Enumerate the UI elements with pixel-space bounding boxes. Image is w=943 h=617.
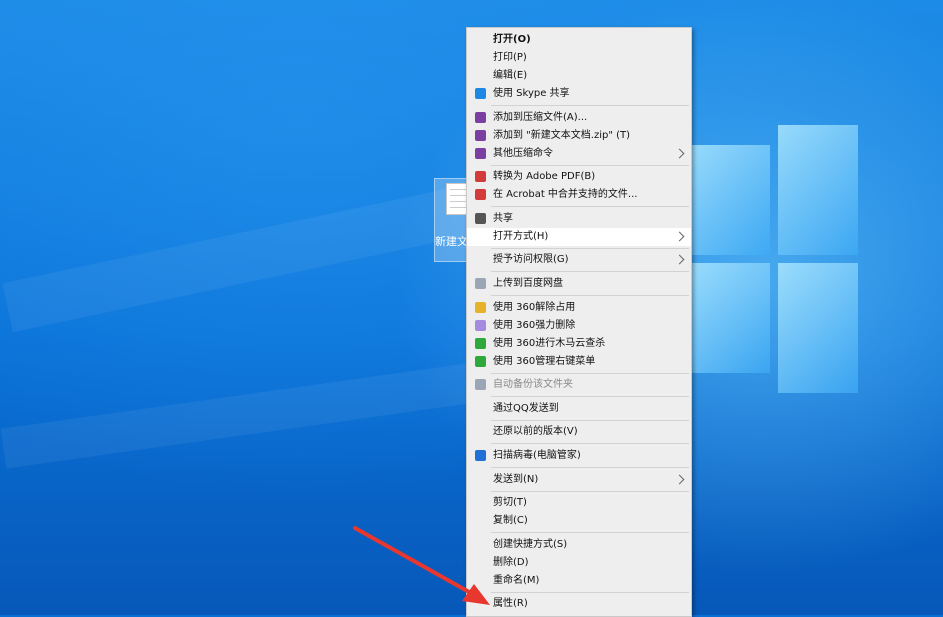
menu-separator xyxy=(491,396,689,398)
menu-item-label: 使用 360进行木马云查杀 xyxy=(493,337,606,349)
menu-item-label: 重命名(M) xyxy=(493,574,540,586)
menu-item-label: 通过QQ发送到 xyxy=(493,402,559,414)
menu-item[interactable]: 在 Acrobat 中合并支持的文件... xyxy=(467,186,691,204)
menu-item[interactable]: 使用 360强力删除 xyxy=(467,317,691,335)
menu-separator xyxy=(491,591,689,593)
menu-item-label: 在 Acrobat 中合并支持的文件... xyxy=(493,189,638,201)
menu-item[interactable]: 授予访问权限(G) xyxy=(467,251,691,269)
menu-separator xyxy=(491,295,689,296)
menu-item-label: 还原以前的版本(V) xyxy=(493,426,578,438)
360-delete-icon xyxy=(475,319,486,331)
menu-item[interactable]: 还原以前的版本(V) xyxy=(467,423,691,441)
menu-item-label: 发送到(N) xyxy=(493,473,539,485)
menu-item-label: 使用 360强力删除 xyxy=(493,319,576,331)
context-menu: 打开(O) 打印(P) 编辑(E) 使用 Skype 共享添加到压缩文件(A)... 添… xyxy=(466,27,692,617)
menu-item-label: 删除(D) xyxy=(493,556,529,568)
menu-item-label: 扫描病毒(电脑管家) xyxy=(493,450,581,461)
chevron-right-icon xyxy=(674,474,685,485)
360-unlock-icon xyxy=(475,301,486,313)
chevron-right-icon xyxy=(674,231,685,242)
menu-item[interactable]: 添加到压缩文件(A)... xyxy=(467,109,691,127)
menu-separator xyxy=(491,372,689,374)
menu-item[interactable]: 使用 360进行木马云查杀 xyxy=(467,335,691,353)
menu-item[interactable]: 扫描病毒(电脑管家) xyxy=(467,447,691,465)
baidu-cloud-icon xyxy=(475,278,486,289)
menu-item[interactable]: 发送到(N) xyxy=(467,471,691,489)
menu-separator xyxy=(491,164,689,166)
menu-separator xyxy=(491,206,689,208)
menu-item[interactable]: 使用 Skype 共享 xyxy=(467,85,691,103)
menu-item[interactable]: 打开(O) xyxy=(467,31,691,49)
menu-item[interactable]: 使用 360管理右键菜单 xyxy=(467,353,691,371)
menu-item-label: 创建快捷方式(S) xyxy=(493,538,568,550)
menu-separator xyxy=(491,419,689,421)
menu-item[interactable]: 其他压缩命令 xyxy=(467,145,691,163)
menu-item-label: 打开(O) xyxy=(493,34,531,45)
menu-item[interactable]: 复制(C) xyxy=(467,512,691,530)
chevron-right-icon xyxy=(674,254,685,265)
menu-item[interactable]: 打印(P) xyxy=(467,49,691,67)
menu-item-label: 共享 xyxy=(493,212,513,224)
acrobat-icon xyxy=(475,189,486,201)
menu-separator xyxy=(491,105,689,106)
chevron-right-icon xyxy=(674,148,685,159)
menu-separator xyxy=(491,467,689,468)
menu-item[interactable]: 删除(D) xyxy=(467,554,691,572)
winrar-icon xyxy=(475,147,486,159)
menu-item-label: 自动备份该文件夹 xyxy=(493,379,573,391)
menu-item-label: 打开方式(H) xyxy=(493,230,549,242)
menu-separator xyxy=(491,490,689,492)
tencent-shield-icon xyxy=(475,450,486,461)
menu-item[interactable]: 属性(R) xyxy=(467,595,691,613)
360-menu-icon xyxy=(475,355,486,367)
menu-item-label: 使用 Skype 共享 xyxy=(493,88,570,99)
menu-item-label: 打印(P) xyxy=(493,52,527,63)
acrobat-icon xyxy=(475,171,486,183)
menu-item-label: 编辑(E) xyxy=(493,70,528,81)
menu-item[interactable]: 创建快捷方式(S) xyxy=(467,536,691,554)
menu-item[interactable]: 编辑(E) xyxy=(467,67,691,85)
menu-item[interactable]: 剪切(T) xyxy=(467,494,691,512)
menu-item-label: 添加到 "新建文本文档.zip" (T) xyxy=(493,129,631,141)
menu-item-label: 其他压缩命令 xyxy=(493,147,553,159)
menu-item[interactable]: 共享 xyxy=(467,210,691,228)
menu-item[interactable]: 自动备份该文件夹 xyxy=(467,376,691,394)
windows-logo-icon xyxy=(690,120,860,400)
menu-item-label: 转换为 Adobe PDF(B) xyxy=(493,171,596,183)
skype-icon xyxy=(475,88,486,99)
menu-item[interactable]: 重命名(M) xyxy=(467,572,691,590)
menu-item-label: 授予访问权限(G) xyxy=(493,254,569,266)
360-scan-icon xyxy=(475,337,486,349)
menu-item-label: 属性(R) xyxy=(493,598,528,610)
menu-item[interactable]: 添加到 "新建文本文档.zip" (T) xyxy=(467,127,691,145)
menu-item-label: 使用 360管理右键菜单 xyxy=(493,355,596,367)
menu-separator xyxy=(491,271,689,273)
winrar-icon xyxy=(475,111,486,123)
backup-icon xyxy=(475,379,486,391)
menu-item-label: 上传到百度网盘 xyxy=(493,278,563,289)
menu-separator xyxy=(491,443,689,445)
menu-item[interactable]: 使用 360解除占用 xyxy=(467,299,691,317)
menu-item[interactable]: 通过QQ发送到 xyxy=(467,400,691,418)
winrar-icon xyxy=(475,129,486,141)
menu-separator xyxy=(491,532,689,534)
menu-item[interactable]: 打开方式(H) xyxy=(467,227,691,246)
menu-item-label: 使用 360解除占用 xyxy=(493,301,576,313)
menu-item-label: 添加到压缩文件(A)... xyxy=(493,111,588,123)
menu-item-label: 复制(C) xyxy=(493,515,528,527)
share-icon xyxy=(475,212,486,224)
menu-item[interactable]: 转换为 Adobe PDF(B) xyxy=(467,168,691,186)
menu-item-label: 剪切(T) xyxy=(493,497,527,509)
menu-item[interactable]: 上传到百度网盘 xyxy=(467,275,691,293)
menu-separator xyxy=(491,247,689,249)
